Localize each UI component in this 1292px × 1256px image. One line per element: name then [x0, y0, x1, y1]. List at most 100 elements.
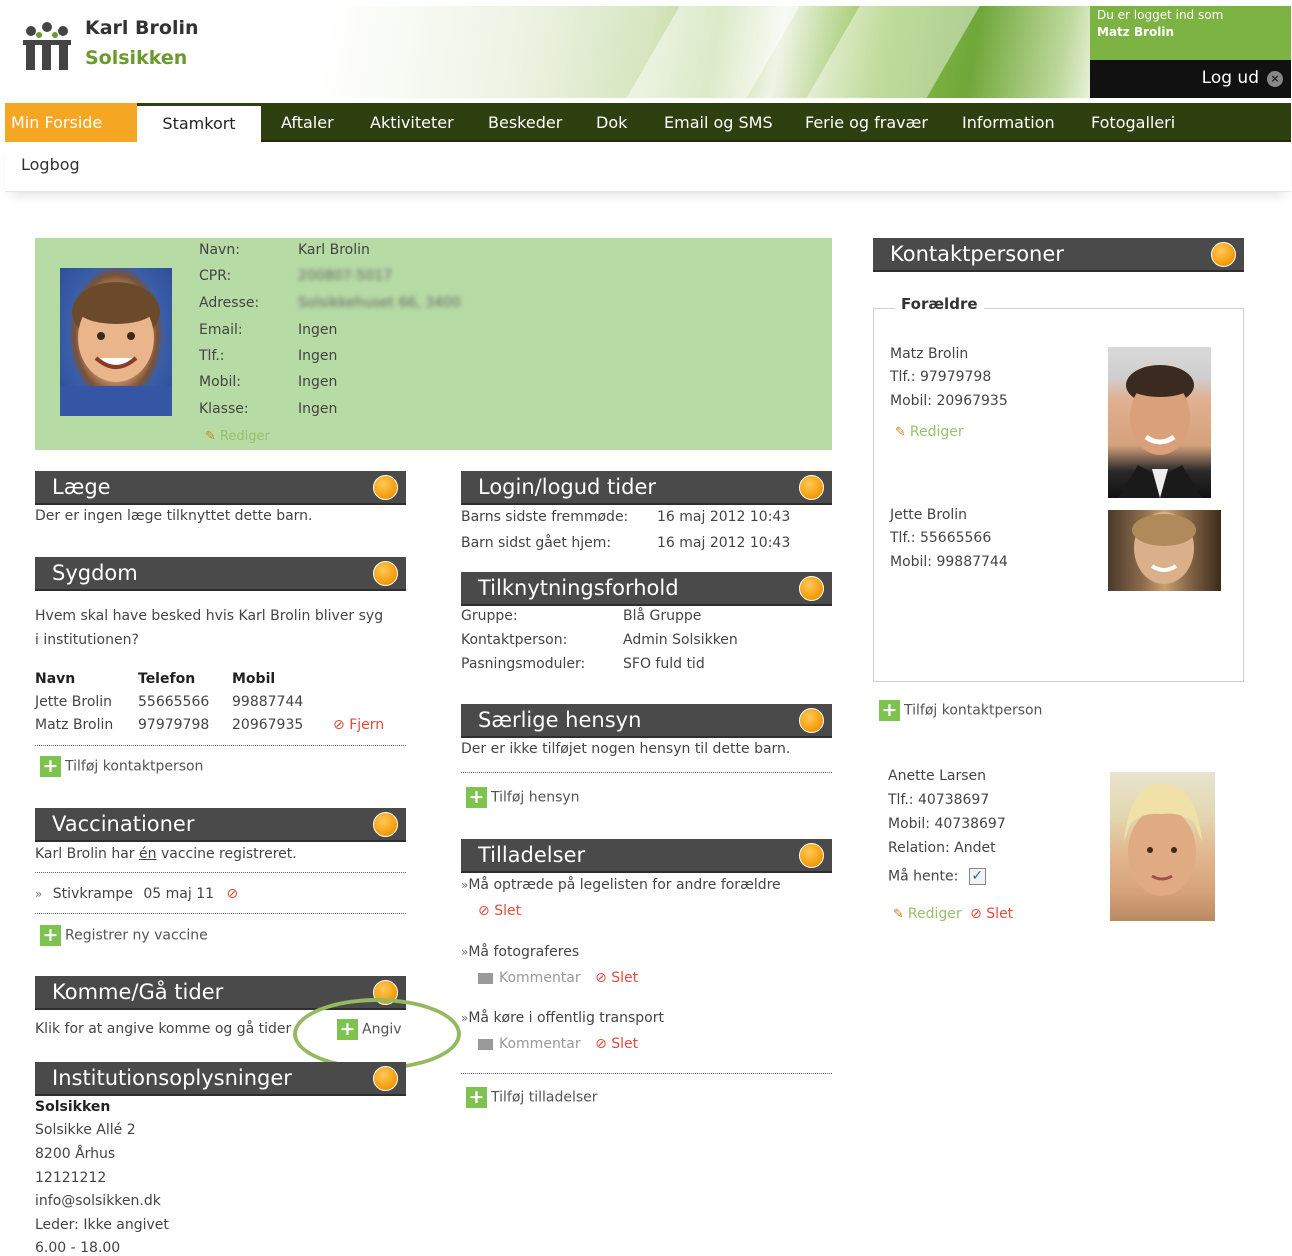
add-label[interactable]: Tilføj kontaktperson — [904, 703, 1042, 719]
comment-icon — [478, 1038, 493, 1050]
sygdom-question-1: Hvem skal have besked hvis Karl Brolin b… — [35, 608, 384, 624]
add-label[interactable]: Tilføj hensyn — [491, 790, 580, 806]
section-tilknytning-header: Tilknytningsforhold — [461, 572, 832, 606]
toggle-dot-icon[interactable] — [1211, 242, 1236, 267]
remove-contact-button[interactable]: ⊘ Fjern — [333, 717, 384, 733]
col-header-mobile: Mobil — [232, 671, 276, 687]
add-permission-button[interactable]: + Tilføj tilladelser — [466, 1087, 598, 1108]
divider — [35, 872, 406, 873]
toggle-dot-icon[interactable] — [799, 576, 824, 601]
add-label[interactable]: Registrer ny vaccine — [65, 928, 208, 944]
tab-beskeder[interactable]: Beskeder — [488, 103, 562, 142]
delete-label[interactable]: Slet — [611, 970, 638, 986]
sygdom-question-2: i institutionen? — [35, 632, 139, 648]
add-sick-contact-button[interactable]: + Tilføj kontaktperson — [40, 756, 203, 777]
parent-photo — [1108, 347, 1211, 498]
delete-icon[interactable]: ⊘ — [226, 886, 238, 902]
logout-button[interactable]: Log ud × — [1090, 60, 1291, 98]
add-contact-person-button[interactable]: + Tilføj kontaktperson — [879, 700, 1042, 721]
delete-label[interactable]: Slet — [986, 906, 1013, 922]
tilknytning-value: Admin Solsikken — [623, 632, 738, 648]
permission-text: Må optræde på legelisten for andre foræl… — [468, 877, 781, 893]
logout-label[interactable]: Log ud — [1202, 68, 1259, 88]
divider — [461, 772, 832, 773]
register-vaccine-button[interactable]: + Registrer ny vaccine — [40, 925, 208, 946]
tab-dok[interactable]: Dok — [596, 103, 627, 142]
profile-edit-label[interactable]: Rediger — [220, 429, 270, 444]
institution-name: Solsikken — [85, 47, 188, 69]
toggle-dot-icon[interactable] — [799, 708, 824, 733]
add-label[interactable]: Tilføj kontaktperson — [65, 759, 203, 775]
section-laege-title: Læge — [52, 475, 111, 499]
section-kontakt-header: Kontaktpersoner — [873, 238, 1244, 272]
section-komme-title: Komme/Gå tider — [52, 980, 224, 1004]
tab-stamkort[interactable]: Stamkort — [137, 106, 261, 144]
vaccine-count: én — [139, 846, 157, 862]
permission-delete-button[interactable]: ⊘ Slet — [478, 903, 521, 919]
parent-phone: Tlf.: 55665566 — [890, 530, 992, 546]
permission-text: Må fotograferes — [468, 944, 580, 960]
delete-label[interactable]: Slet — [494, 903, 521, 919]
tab-min-forside[interactable]: Min Forside — [5, 103, 137, 142]
contact-name: Anette Larsen — [888, 768, 987, 784]
section-kontakt-title: Kontaktpersoner — [890, 242, 1064, 266]
delete-icon: ⊘ — [333, 717, 345, 733]
comment-link[interactable]: Kommentar — [499, 970, 581, 986]
value-address: Solsikkehuset 66, 3400 — [298, 295, 461, 311]
pencil-icon: ✎ — [895, 425, 906, 440]
tab-aktiviteter[interactable]: Aktiviteter — [370, 103, 454, 142]
tab-fotogalleri[interactable]: Fotogalleri — [1091, 103, 1175, 142]
table-row-phone: 55665566 — [138, 694, 210, 710]
toggle-dot-icon[interactable] — [373, 812, 398, 837]
login-row-value: 16 maj 2012 10:43 — [657, 535, 791, 551]
institution-email: info@solsikken.dk — [35, 1193, 161, 1209]
plus-icon: + — [879, 700, 900, 721]
parent-edit-button[interactable]: ✎ Rediger — [895, 424, 964, 440]
close-icon[interactable]: × — [1267, 71, 1283, 87]
label-cpr: CPR: — [199, 268, 232, 284]
delete-icon: ⊘ — [595, 970, 607, 986]
login-info: Du er logget ind som Matz Brolin — [1090, 6, 1291, 60]
vaccine-date: 05 maj 11 — [143, 886, 215, 902]
family-logo-icon — [23, 22, 71, 70]
edit-label[interactable]: Rediger — [908, 906, 962, 922]
subnav-logbog[interactable]: Logbog — [21, 155, 80, 174]
section-sygdom-header: Sygdom — [35, 557, 406, 591]
tilknytning-value: Blå Gruppe — [623, 608, 702, 624]
tab-email-sms[interactable]: Email og SMS — [664, 103, 773, 142]
section-tilladelser-header: Tilladelser — [461, 839, 832, 873]
tilknytning-label: Pasningsmoduler: — [461, 656, 586, 672]
toggle-dot-icon[interactable] — [373, 1066, 398, 1091]
toggle-dot-icon[interactable] — [799, 475, 824, 500]
tilknytning-label: Gruppe: — [461, 608, 518, 624]
delete-label[interactable]: Slet — [611, 1036, 638, 1052]
parent-name: Jette Brolin — [890, 507, 968, 523]
add-hensyn-button[interactable]: + Tilføj hensyn — [466, 787, 580, 808]
label-class: Klasse: — [199, 401, 249, 417]
tab-information[interactable]: Information — [962, 103, 1055, 142]
remove-label[interactable]: Fjern — [349, 717, 384, 733]
institution-leader: Leder: Ikke angivet — [35, 1217, 169, 1233]
main-nav: Min Forside Stamkort Aftaler Aktiviteter… — [5, 103, 1291, 144]
parent-phone: Tlf.: 97979798 — [890, 369, 992, 385]
value-cpr: 200807-5017 — [298, 268, 393, 284]
toggle-dot-icon[interactable] — [373, 475, 398, 500]
value-class: Ingen — [298, 401, 338, 417]
edit-label[interactable]: Rediger — [910, 424, 964, 440]
institution-city: 8200 Århus — [35, 1146, 116, 1162]
divider — [461, 1073, 832, 1074]
add-label[interactable]: Tilføj tilladelser — [491, 1090, 598, 1106]
pickup-checkbox[interactable]: ✓ — [968, 868, 986, 885]
toggle-dot-icon[interactable] — [799, 843, 824, 868]
tab-ferie-fravaer[interactable]: Ferie og fravær — [805, 103, 928, 142]
contact-relation: Relation: Andet — [888, 840, 996, 856]
tab-aftaler[interactable]: Aftaler — [281, 103, 334, 142]
vaccine-summary: Karl Brolin har én vaccine registreret. — [35, 846, 297, 862]
toggle-dot-icon[interactable] — [373, 561, 398, 586]
laege-text: Der er ingen læge tilknyttet dette barn. — [35, 508, 313, 524]
pencil-icon: ✎ — [205, 429, 216, 444]
parent-name: Matz Brolin — [890, 346, 969, 362]
saerlige-text: Der er ikke tilføjet nogen hensyn til de… — [461, 741, 791, 757]
comment-link[interactable]: Kommentar — [499, 1036, 581, 1052]
profile-edit-link[interactable]: ✎ Rediger — [205, 428, 270, 444]
